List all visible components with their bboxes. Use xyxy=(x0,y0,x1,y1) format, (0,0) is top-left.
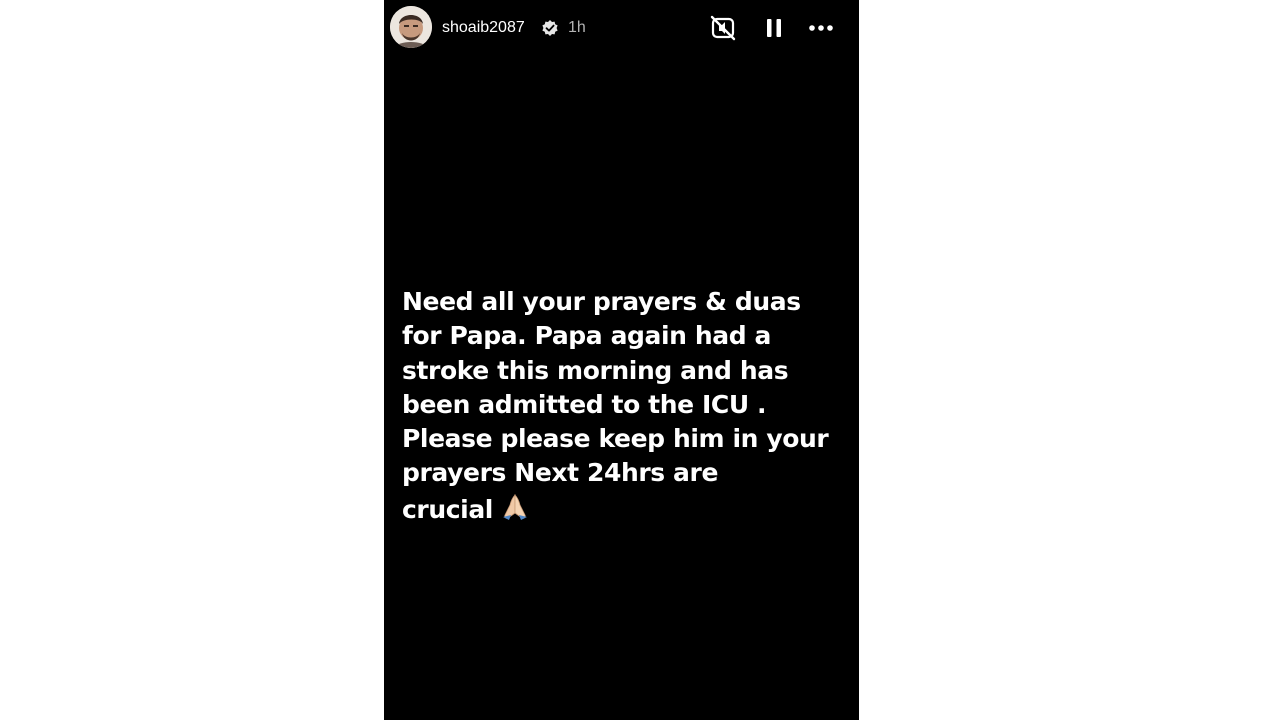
audio-muted-icon[interactable] xyxy=(710,15,736,41)
story-caption: Need all your prayers & duas for Papa. P… xyxy=(402,285,847,527)
folded-hands-emoji xyxy=(499,491,531,521)
story-viewer: shoaib2087 1h Need all your prayers & du… xyxy=(384,0,859,720)
avatar[interactable] xyxy=(390,6,432,48)
pause-icon[interactable] xyxy=(761,15,787,41)
verified-badge-icon xyxy=(541,19,559,37)
story-header: shoaib2087 1h xyxy=(384,0,859,56)
story-caption-text: Need all your prayers & duas for Papa. P… xyxy=(402,287,829,524)
post-timestamp: 1h xyxy=(568,19,586,36)
username[interactable]: shoaib2087 xyxy=(442,18,525,38)
more-options-icon[interactable] xyxy=(808,15,834,41)
